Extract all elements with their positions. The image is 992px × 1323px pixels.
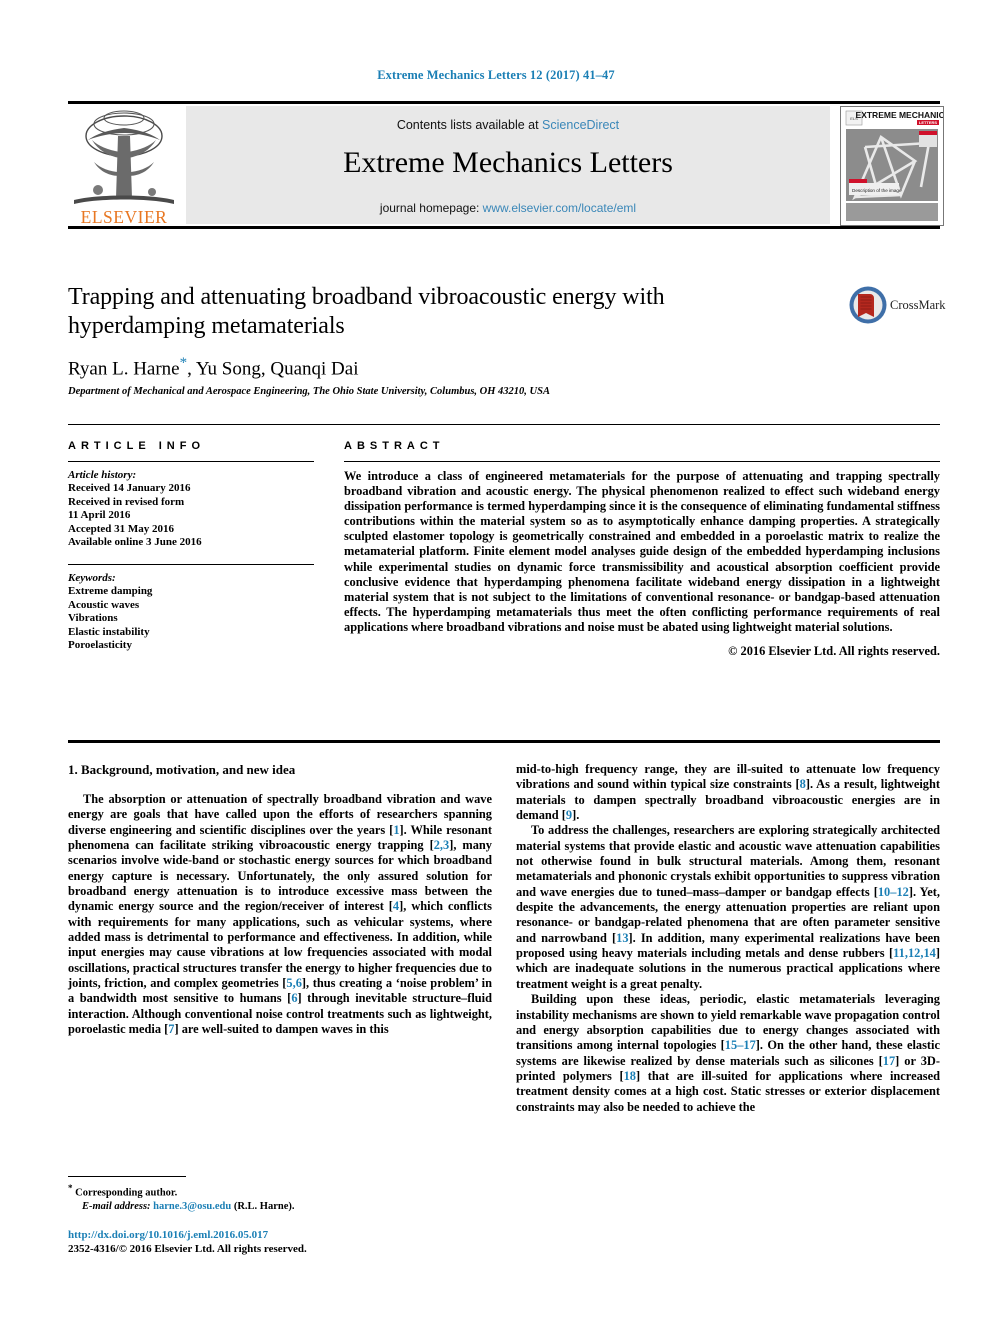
- abstract-copyright: © 2016 Elsevier Ltd. All rights reserved…: [728, 644, 940, 659]
- elsevier-logo: ELSEVIER: [68, 106, 180, 227]
- corresponding-text: Corresponding author.: [75, 1187, 178, 1199]
- journal-masthead: ELSEVIER Contents lists available at Sci…: [68, 101, 944, 229]
- keyword-item: Elastic instability: [68, 625, 150, 638]
- issn-copyright-line: 2352-4316/© 2016 Elsevier Ltd. All right…: [68, 1243, 307, 1255]
- article-info-heading: ARTICLE INFO: [68, 440, 205, 452]
- masthead-band: Contents lists available at ScienceDirec…: [186, 106, 830, 224]
- citation-link[interactable]: 15–17: [725, 1038, 756, 1052]
- footnote-rule: [68, 1176, 186, 1177]
- svg-text:Description of the image: Description of the image: [852, 188, 902, 193]
- doi-block: http://dx.doi.org/10.1016/j.eml.2016.05.…: [68, 1228, 498, 1256]
- keyword-item: Extreme damping: [68, 584, 153, 597]
- history-item: Received 14 January 2016: [68, 482, 191, 494]
- svg-text:LETTERS: LETTERS: [919, 120, 938, 125]
- history-item: Available online 3 June 2016: [68, 536, 202, 549]
- email-link[interactable]: harne.3@osu.edu: [153, 1201, 231, 1212]
- paper-page: Extreme Mechanics Letters 12 (2017) 41–4…: [0, 0, 992, 1323]
- author-first: Ryan L. Harne: [68, 358, 180, 380]
- history-item: Received in revised form: [68, 495, 185, 508]
- homepage-prefix: journal homepage:: [379, 201, 483, 215]
- homepage-line: journal homepage: www.elsevier.com/locat…: [186, 201, 830, 215]
- article-history-label: Article history:: [68, 469, 137, 481]
- citation-link[interactable]: 17: [883, 1054, 895, 1068]
- text-run: ].: [572, 808, 580, 823]
- body-paragraph: To address the challenges, researchers a…: [516, 823, 940, 992]
- abstract-block: ABSTRACT We introduce a class of enginee…: [344, 440, 940, 659]
- journal-title: Extreme Mechanics Letters: [343, 146, 673, 179]
- corresponding-author-note: * Corresponding author.: [68, 1182, 492, 1200]
- body-columns: 1. Background, motivation, and new idea …: [68, 762, 940, 1162]
- keyword-item: Poroelasticity: [68, 639, 132, 652]
- authors-rest: , Yu Song, Quanqi Dai: [187, 358, 359, 380]
- body-paragraph: Building upon these ideas, periodic, ela…: [516, 992, 940, 1115]
- asterisk-icon: *: [68, 1183, 73, 1193]
- author-list: Ryan L. Harne*, Yu Song, Quanqi Dai: [68, 355, 940, 380]
- page-title: Trapping and attenuating broadband vibro…: [68, 284, 665, 339]
- keywords-label: Keywords:: [68, 571, 116, 584]
- section-heading: 1. Background, motivation, and new idea: [68, 762, 296, 777]
- running-head: Extreme Mechanics Letters 12 (2017) 41–4…: [377, 68, 615, 82]
- citation-link[interactable]: 18: [624, 1069, 636, 1083]
- abstract-heading: ABSTRACT: [344, 440, 445, 452]
- citation-link[interactable]: 5,6: [286, 976, 302, 990]
- sciencedirect-link[interactable]: ScienceDirect: [542, 118, 619, 132]
- contents-prefix: Contents lists available at: [396, 118, 543, 132]
- divider-above-abstract: [68, 424, 940, 425]
- citation-link[interactable]: 11,12,14: [893, 946, 936, 960]
- title-block: Trapping and attenuating broadband vibro…: [68, 283, 946, 398]
- keyword-item: Vibrations: [68, 612, 118, 625]
- crossmark-label: CrossMark: [890, 298, 946, 312]
- citation-link[interactable]: 10–12: [878, 885, 909, 899]
- keyword-item: Acoustic waves: [68, 598, 140, 611]
- history-item: Accepted 31 May 2016: [68, 522, 175, 535]
- divider-above-body: [68, 740, 940, 743]
- journal-cover-thumbnail: ELS EXTREME MECHANICS LETTERS Descriptio…: [840, 106, 944, 226]
- body-paragraph: The absorption or attenuation of spectra…: [68, 792, 492, 1038]
- citation-link[interactable]: 2,3: [434, 838, 450, 852]
- crossmark-badge[interactable]: CrossMark: [848, 285, 946, 331]
- footnote-block: * Corresponding author. E-mail address: …: [68, 1176, 492, 1214]
- history-item: 11 April 2016: [68, 509, 131, 522]
- corresponding-author-marker: *: [179, 355, 188, 371]
- contents-line: Contents lists available at ScienceDirec…: [186, 118, 830, 132]
- text-run: To address the challenges, researchers a…: [516, 823, 940, 899]
- email-label: E-mail address:: [82, 1201, 154, 1212]
- abstract-text: We introduce a class of engineered metam…: [344, 469, 940, 634]
- homepage-link[interactable]: www.elsevier.com/locate/eml: [483, 201, 636, 215]
- email-note: E-mail address: harne.3@osu.edu (R.L. Ha…: [68, 1200, 492, 1214]
- email-suffix: (R.L. Harne).: [231, 1201, 295, 1212]
- affiliation: Department of Mechanical and Aerospace E…: [68, 386, 550, 398]
- body-paragraph: mid-to-high frequency range, they are il…: [516, 762, 940, 823]
- crossmark-icon: [849, 286, 887, 324]
- citation-link[interactable]: 13: [616, 931, 628, 945]
- doi-link[interactable]: http://dx.doi.org/10.1016/j.eml.2016.05.…: [68, 1228, 498, 1242]
- body-column-right: mid-to-high frequency range, they are il…: [516, 762, 940, 1115]
- body-column-left: 1. Background, motivation, and new idea …: [68, 762, 492, 1038]
- svg-text:EXTREME MECHANICS: EXTREME MECHANICS: [856, 110, 943, 120]
- keywords-block: Keywords: Extreme damping Acoustic waves…: [68, 563, 314, 653]
- text-run: ] are well-suited to dampen waves in thi…: [174, 1022, 389, 1037]
- elsevier-wordmark: ELSEVIER: [80, 207, 168, 227]
- article-info-block: ARTICLE INFO Article history: Received 1…: [68, 440, 314, 653]
